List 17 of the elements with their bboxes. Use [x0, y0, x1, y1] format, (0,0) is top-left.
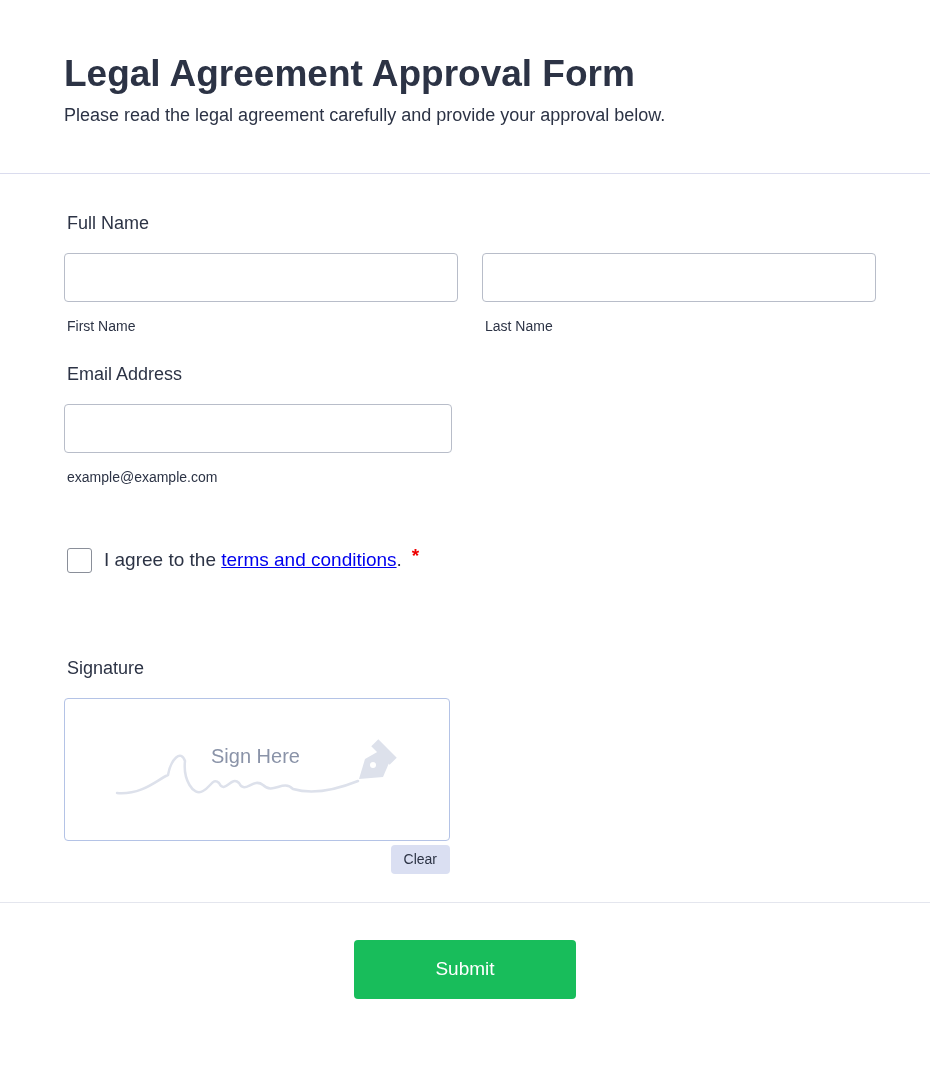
- required-mark: *: [411, 544, 420, 569]
- field-label: Email Address: [67, 363, 184, 387]
- field-sublabel: Last Name: [485, 317, 554, 337]
- field-sublabel: example@example.com: [67, 468, 219, 488]
- input-field[interactable]: [64, 253, 458, 303]
- terms-link[interactable]: terms and conditions: [221, 549, 397, 571]
- clear-button[interactable]: Clear: [390, 844, 450, 874]
- agreement-text: I agree to the terms and conditions.: [104, 548, 402, 573]
- form-description: Please read the legal agreement carefully and provide your approval below.: [64, 104, 667, 128]
- field-sublabel: First Name: [67, 317, 137, 337]
- signature-placeholder: Sign Here: [211, 743, 300, 769]
- field-label: Signature: [67, 656, 146, 680]
- form-title: Legal Agreement Approval Form: [64, 52, 636, 96]
- checkbox[interactable]: [67, 548, 92, 574]
- input-field[interactable]: [64, 404, 452, 454]
- field-label: Full Name: [67, 212, 151, 236]
- input-field[interactable]: [482, 253, 876, 303]
